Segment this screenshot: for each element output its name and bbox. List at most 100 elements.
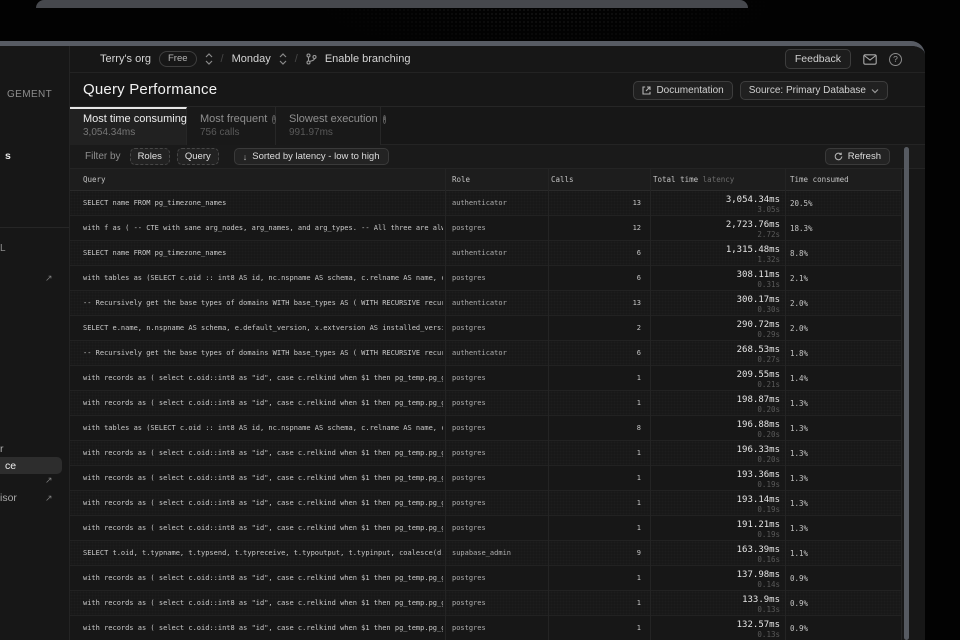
calls-cell: 6 xyxy=(556,266,641,291)
query-cell: -- Recursively get the base types of dom… xyxy=(83,341,443,366)
help-icon[interactable]: ? xyxy=(889,53,902,66)
table-row[interactable]: SELECT t.oid, t.typname, t.typsend, t.ty… xyxy=(70,541,901,566)
query-cell: with records as ( select c.oid::int8 as … xyxy=(83,491,443,516)
table-row[interactable]: with tables as (SELECT c.oid :: int8 AS … xyxy=(70,266,901,291)
role-cell: authenticator xyxy=(452,241,544,266)
roles-filter-button[interactable]: Roles xyxy=(130,148,170,165)
sidebar-item-truncated[interactable]: s xyxy=(5,150,11,162)
query-cell: with records as ( select c.oid::int8 as … xyxy=(83,466,443,491)
refresh-button[interactable]: Refresh xyxy=(825,148,890,165)
project-name[interactable]: Monday xyxy=(232,53,271,65)
mail-icon[interactable] xyxy=(863,54,877,65)
chevron-down-icon xyxy=(871,88,879,94)
table-row[interactable]: -- Recursively get the base types of dom… xyxy=(70,341,901,366)
role-cell: postgres xyxy=(452,516,544,541)
table-row[interactable]: SELECT e.name, n.nspname AS schema, e.de… xyxy=(70,316,901,341)
total-time-seconds: 3.05s xyxy=(650,205,780,214)
total-time-seconds: 0.21s xyxy=(650,380,780,389)
external-link-icon[interactable]: ↗ xyxy=(45,493,53,504)
total-time-ms: 3,054.34ms xyxy=(650,195,780,205)
total-time-seconds: 0.20s xyxy=(650,455,780,464)
total-time-seconds: 0.19s xyxy=(650,530,780,539)
column-header-total-time[interactable]: Total time latency xyxy=(653,169,734,191)
table-row[interactable]: with records as ( select c.oid::int8 as … xyxy=(70,591,901,616)
calls-cell: 6 xyxy=(556,241,641,266)
sidebar-item-selected-label: ce xyxy=(5,460,16,472)
total-time-seconds: 0.27s xyxy=(650,355,780,364)
time-consumed-cell: 1.3% xyxy=(790,491,890,516)
app-window: GEMENT s L ↗ r ce ↗ isor ↗ Terry's org F… xyxy=(0,41,925,640)
query-cell: with records as ( select c.oid::int8 as … xyxy=(83,391,443,416)
external-link-icon[interactable]: ↗ xyxy=(45,273,53,284)
refresh-icon xyxy=(834,152,843,161)
table-row[interactable]: with records as ( select c.oid::int8 as … xyxy=(70,366,901,391)
source-select[interactable]: Source: Primary Database xyxy=(740,81,888,100)
time-consumed-cell: 1.3% xyxy=(790,391,890,416)
query-table-body: SELECT name FROM pg_timezone_names authe… xyxy=(70,191,901,640)
total-time-seconds: 0.30s xyxy=(650,305,780,314)
scrollbar-thumb[interactable] xyxy=(904,147,909,640)
total-time-seconds: 0.13s xyxy=(650,605,780,614)
chevrons-up-down-icon[interactable] xyxy=(279,53,287,65)
table-row[interactable]: SELECT name FROM pg_timezone_names authe… xyxy=(70,191,901,216)
calls-cell: 1 xyxy=(556,566,641,591)
refresh-label: Refresh xyxy=(848,151,881,162)
external-link-icon[interactable]: ↗ xyxy=(45,475,53,486)
column-header-role[interactable]: Role xyxy=(452,169,470,191)
column-divider xyxy=(548,169,549,640)
tab-value: 3,054.34ms xyxy=(83,127,186,138)
total-time-seconds: 0.13s xyxy=(650,630,780,639)
time-consumed-cell: 1.4% xyxy=(790,366,890,391)
table-row[interactable]: with records as ( select c.oid::int8 as … xyxy=(70,516,901,541)
arrow-down-icon: ↓ xyxy=(243,152,248,162)
sidebar: GEMENT s L ↗ r ce ↗ isor ↗ xyxy=(0,46,70,640)
role-cell: postgres xyxy=(452,616,544,640)
table-row[interactable]: with records as ( select c.oid::int8 as … xyxy=(70,491,901,516)
desktop: GEMENT s L ↗ r ce ↗ isor ↗ Terry's org F… xyxy=(0,0,960,640)
table-row[interactable]: with tables as (SELECT c.oid :: int8 AS … xyxy=(70,416,901,441)
column-header-time-consumed[interactable]: Time consumed xyxy=(790,169,849,191)
calls-cell: 13 xyxy=(556,291,641,316)
table-row[interactable]: with records as ( select c.oid::int8 as … xyxy=(70,441,901,466)
calls-cell: 1 xyxy=(556,391,641,416)
tab-slowest-execution[interactable]: Slowest executioni 991.97ms xyxy=(276,107,381,145)
info-icon[interactable]: i xyxy=(383,115,387,124)
tab-label: Most frequent xyxy=(200,113,267,125)
table-row[interactable]: with records as ( select c.oid::int8 as … xyxy=(70,616,901,640)
role-cell: postgres xyxy=(452,441,544,466)
table-row[interactable]: SELECT name FROM pg_timezone_names authe… xyxy=(70,241,901,266)
calls-cell: 9 xyxy=(556,541,641,566)
column-header-query[interactable]: Query xyxy=(83,169,106,191)
total-time-seconds: 0.19s xyxy=(650,505,780,514)
chevrons-up-down-icon[interactable] xyxy=(205,53,213,65)
sidebar-item-advisor[interactable]: isor xyxy=(0,492,17,504)
tab-most-time-consuming[interactable]: Most time consumingi 3,054.34ms xyxy=(70,107,187,145)
table-row[interactable]: with records as ( select c.oid::int8 as … xyxy=(70,566,901,591)
calls-cell: 1 xyxy=(556,441,641,466)
table-row[interactable]: -- Recursively get the base types of dom… xyxy=(70,291,901,316)
enable-branching-button[interactable]: Enable branching xyxy=(325,53,411,65)
tab-value: 991.97ms xyxy=(289,127,380,138)
table-row[interactable]: with records as ( select c.oid::int8 as … xyxy=(70,391,901,416)
table-row[interactable]: with f as ( -- CTE with sane arg_nodes, … xyxy=(70,216,901,241)
feedback-button[interactable]: Feedback xyxy=(785,49,851,69)
calls-cell: 1 xyxy=(556,516,641,541)
role-cell: postgres xyxy=(452,216,544,241)
sidebar-item-truncated-2[interactable]: r xyxy=(0,443,4,455)
org-name[interactable]: Terry's org xyxy=(100,53,151,65)
query-filter-button[interactable]: Query xyxy=(177,148,219,165)
table-edge-divider xyxy=(901,169,902,640)
column-header-calls[interactable]: Calls xyxy=(551,169,574,191)
time-consumed-cell: 1.3% xyxy=(790,466,890,491)
sidebar-section-label-2: L xyxy=(0,243,6,254)
table-row[interactable]: with records as ( select c.oid::int8 as … xyxy=(70,466,901,491)
total-time-seconds: 1.32s xyxy=(650,255,780,264)
calls-cell: 1 xyxy=(556,366,641,391)
metric-tabs: Most time consumingi 3,054.34ms Most fre… xyxy=(70,107,925,145)
query-cell: with records as ( select c.oid::int8 as … xyxy=(83,516,443,541)
tab-most-frequent[interactable]: Most frequenti 756 calls xyxy=(187,107,276,145)
documentation-button[interactable]: Documentation xyxy=(633,81,732,100)
total-time-seconds: 0.29s xyxy=(650,330,780,339)
sort-button[interactable]: ↓ Sorted by latency - low to high xyxy=(234,148,389,165)
role-cell: postgres xyxy=(452,316,544,341)
